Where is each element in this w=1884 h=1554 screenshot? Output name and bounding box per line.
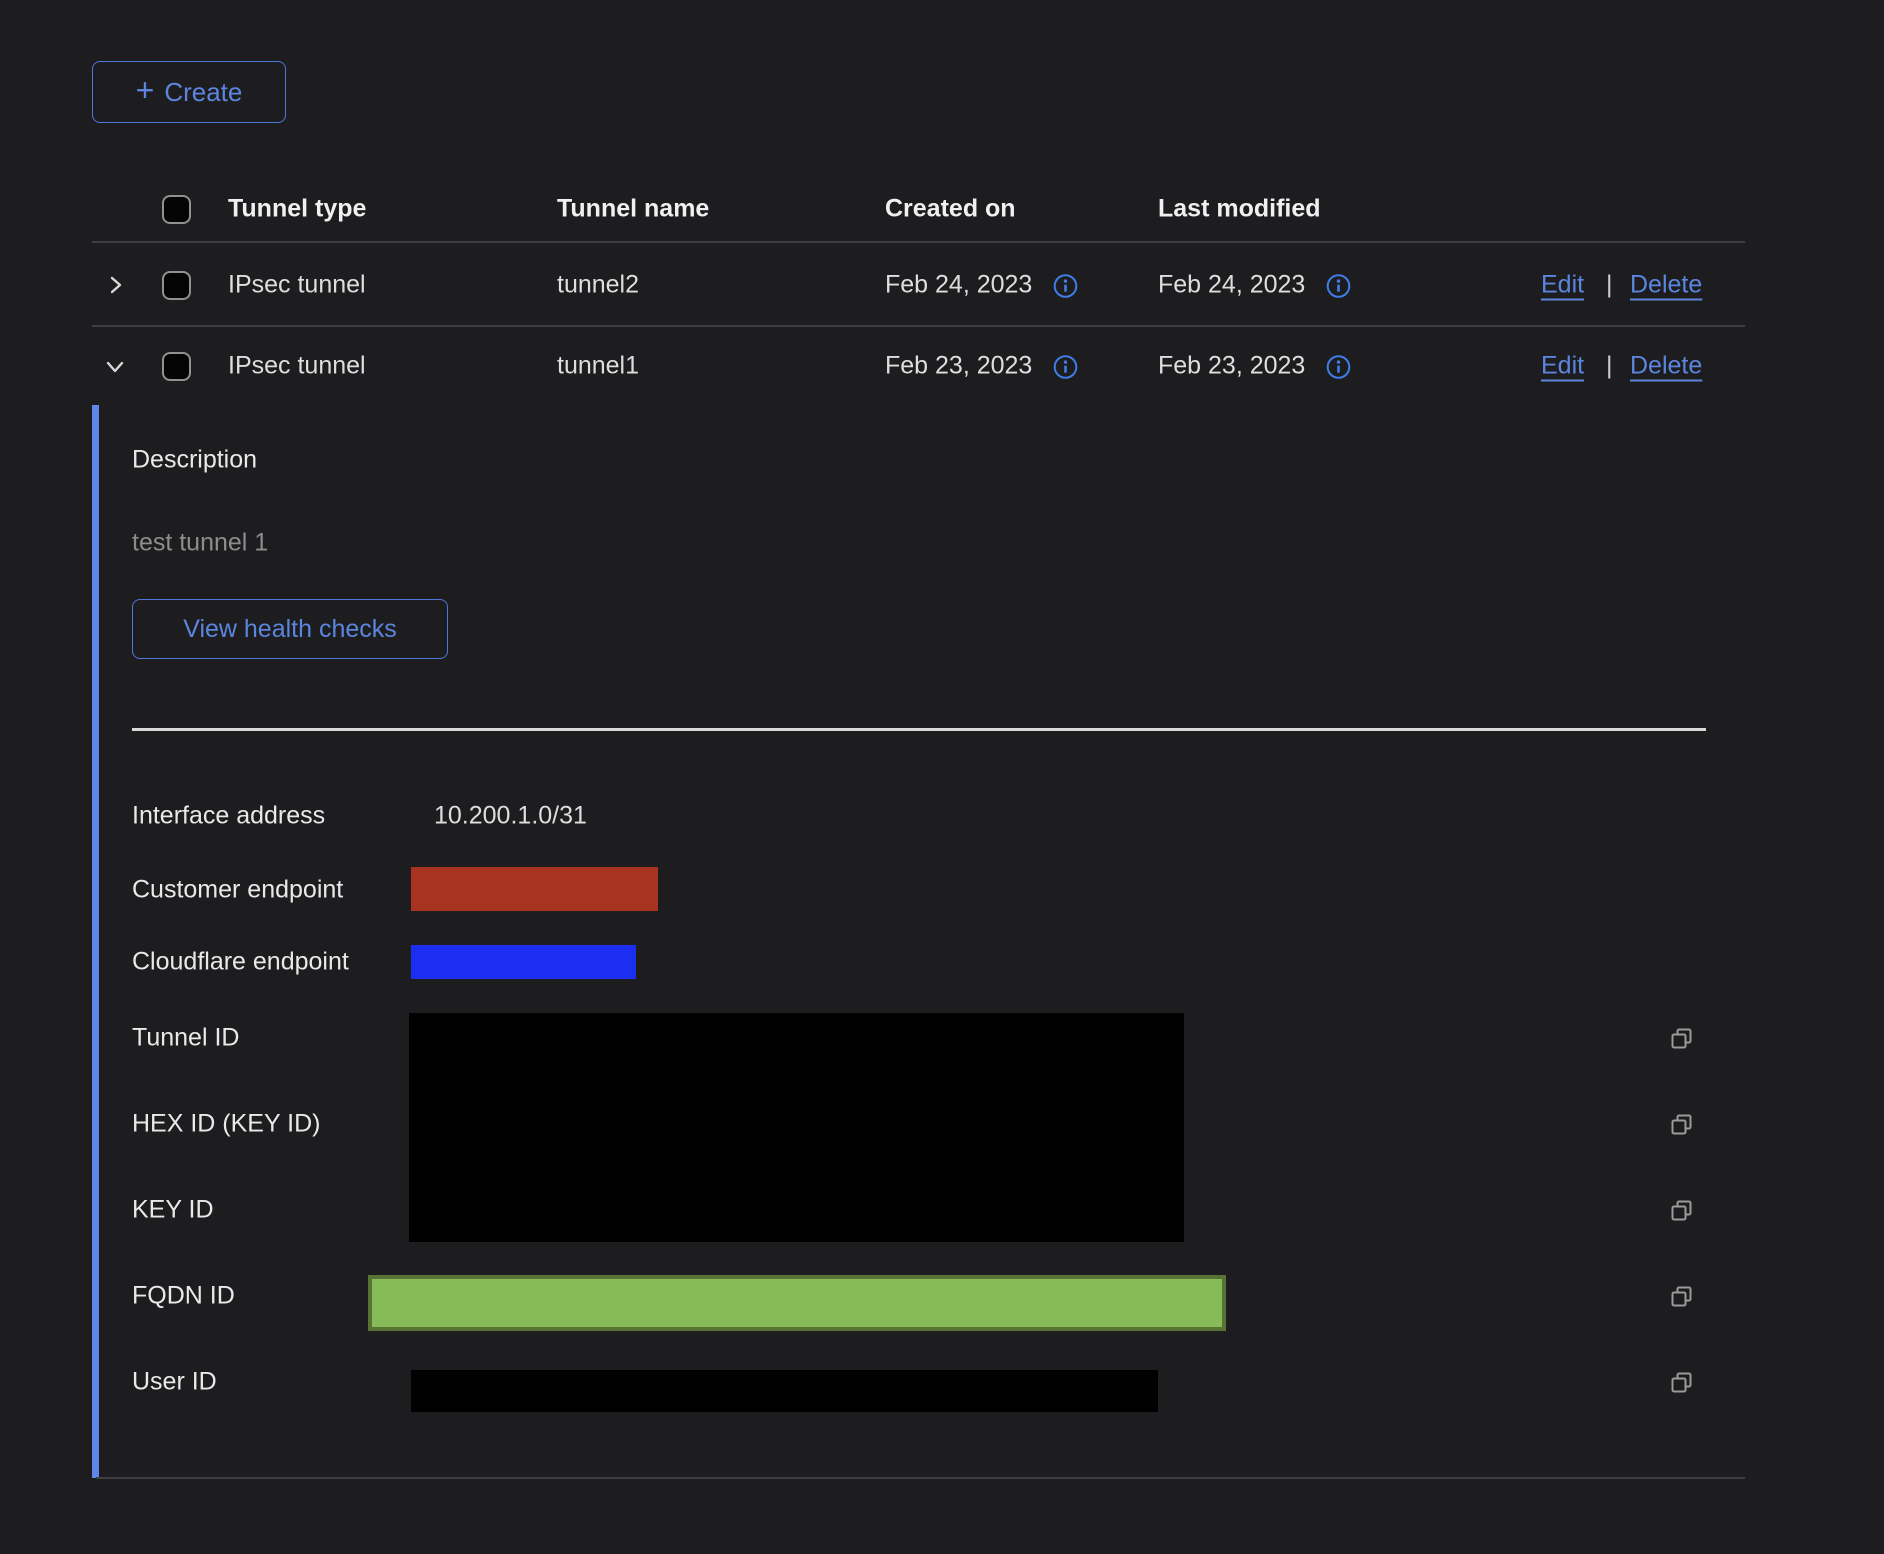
info-icon[interactable]	[1325, 354, 1352, 381]
column-header-created-on: Created on	[885, 195, 1016, 224]
header-divider	[92, 241, 1745, 243]
fqdn-id-redaction	[368, 1275, 1226, 1331]
copy-user-id-icon[interactable]	[1668, 1369, 1696, 1397]
column-header-last-modified: Last modified	[1158, 195, 1321, 224]
cell-tunnel-type: IPsec tunnel	[228, 271, 366, 300]
copy-fqdn-id-icon[interactable]	[1668, 1283, 1696, 1311]
cloudflare-endpoint-label: Cloudflare endpoint	[132, 948, 349, 977]
select-row-checkbox[interactable]	[162, 271, 191, 300]
cell-created-on: Feb 23, 2023	[885, 352, 1079, 381]
delete-link[interactable]: Delete	[1630, 352, 1702, 381]
key-id-label: KEY ID	[132, 1196, 214, 1225]
info-icon[interactable]	[1052, 354, 1079, 381]
fqdn-id-label: FQDN ID	[132, 1282, 235, 1311]
edit-link[interactable]: Edit	[1541, 271, 1584, 300]
view-health-checks-button[interactable]: View health checks	[132, 599, 448, 659]
last-modified-text: Feb 23, 2023	[1158, 352, 1305, 381]
cell-tunnel-type: IPsec tunnel	[228, 352, 366, 381]
description-label: Description	[132, 446, 257, 475]
section-divider	[132, 728, 1706, 731]
copy-hex-id-icon[interactable]	[1668, 1111, 1696, 1139]
edit-link[interactable]: Edit	[1541, 352, 1584, 381]
row-divider	[92, 325, 1745, 327]
create-button[interactable]: + Create	[92, 61, 286, 123]
cell-tunnel-name: tunnel2	[557, 271, 639, 300]
cell-last-modified: Feb 23, 2023	[1158, 352, 1352, 381]
customer-endpoint-label: Customer endpoint	[132, 876, 343, 905]
table-bottom-divider	[96, 1477, 1745, 1479]
tunnel-id-label: Tunnel ID	[132, 1024, 239, 1053]
plus-icon: +	[136, 74, 155, 106]
info-icon[interactable]	[1052, 273, 1079, 300]
tunnels-page: + Create Tunnel type Tunnel name Created…	[0, 0, 1884, 1554]
interface-address-value: 10.200.1.0/31	[434, 802, 587, 831]
info-icon[interactable]	[1325, 273, 1352, 300]
created-on-text: Feb 23, 2023	[885, 352, 1032, 381]
cell-last-modified: Feb 24, 2023	[1158, 271, 1352, 300]
description-text: test tunnel 1	[132, 529, 268, 558]
expanded-row-accent-bar	[92, 405, 99, 1478]
view-health-checks-label: View health checks	[183, 615, 397, 644]
action-separator: |	[1606, 352, 1613, 381]
last-modified-text: Feb 24, 2023	[1158, 271, 1305, 300]
cell-tunnel-name: tunnel1	[557, 352, 639, 381]
select-all-checkbox[interactable]	[162, 195, 191, 224]
ids-redaction-block	[409, 1013, 1184, 1242]
column-header-tunnel-type: Tunnel type	[228, 195, 366, 224]
created-on-text: Feb 24, 2023	[885, 271, 1032, 300]
copy-key-id-icon[interactable]	[1668, 1197, 1696, 1225]
copy-tunnel-id-icon[interactable]	[1668, 1025, 1696, 1053]
user-id-redaction	[411, 1370, 1158, 1412]
hex-id-label: HEX ID (KEY ID)	[132, 1110, 320, 1139]
select-row-checkbox[interactable]	[162, 352, 191, 381]
cloudflare-endpoint-redaction	[411, 945, 636, 979]
action-separator: |	[1606, 271, 1613, 300]
column-header-tunnel-name: Tunnel name	[557, 195, 709, 224]
user-id-label: User ID	[132, 1368, 217, 1397]
customer-endpoint-redaction	[411, 867, 658, 911]
cell-created-on: Feb 24, 2023	[885, 271, 1079, 300]
interface-address-label: Interface address	[132, 802, 325, 831]
chevron-right-icon[interactable]	[103, 273, 127, 297]
create-button-label: Create	[164, 77, 242, 108]
chevron-down-icon[interactable]	[103, 354, 127, 378]
delete-link[interactable]: Delete	[1630, 271, 1702, 300]
